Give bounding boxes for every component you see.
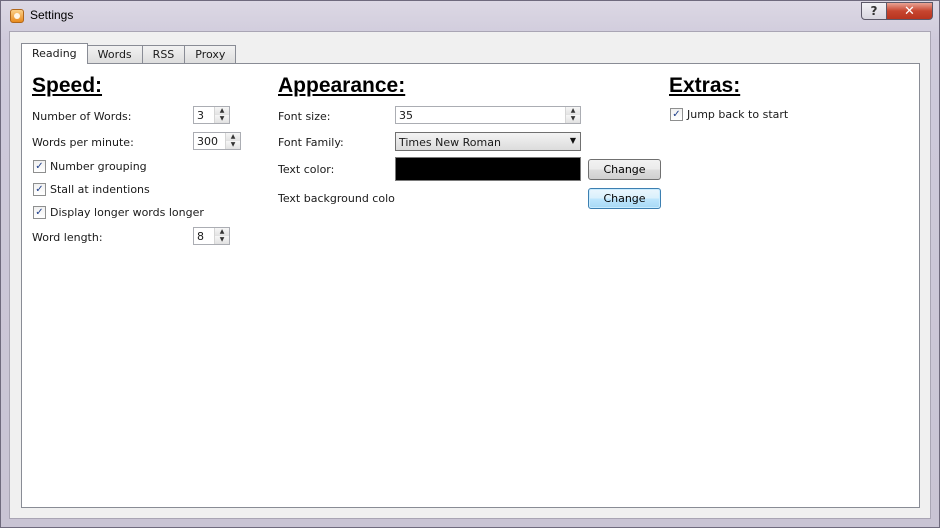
spin-down-icon[interactable]: ▼ bbox=[226, 141, 240, 149]
speed-heading: Speed: bbox=[32, 74, 103, 97]
spin-up-icon[interactable]: ▲ bbox=[215, 228, 229, 236]
words-per-minute-label: Words per minute: bbox=[32, 136, 134, 149]
display-longer-words-label: Display longer words longer bbox=[50, 206, 204, 219]
tab-rss[interactable]: RSS bbox=[141, 45, 186, 64]
font-size-value: 35 bbox=[399, 109, 413, 122]
reading-panel: Speed: Number of Words: 3 ▲ ▼ Words per … bbox=[21, 63, 920, 508]
stall-at-indentions-label: Stall at indentions bbox=[50, 183, 150, 196]
text-color-swatch bbox=[395, 157, 581, 181]
settings-window: Settings ? ✕ Reading Words RSS Proxy Spe… bbox=[0, 0, 940, 528]
number-of-words-label: Number of Words: bbox=[32, 110, 132, 123]
extras-heading: Extras: bbox=[669, 74, 741, 97]
change-text-color-button[interactable]: Change bbox=[588, 159, 661, 180]
spin-down-icon[interactable]: ▼ bbox=[215, 115, 229, 123]
number-grouping-checkbox[interactable]: ✓ Number grouping bbox=[33, 160, 147, 173]
number-of-words-value: 3 bbox=[197, 109, 204, 122]
words-per-minute-arrows: ▲ ▼ bbox=[225, 133, 240, 149]
check-icon: ✓ bbox=[33, 183, 46, 196]
tab-proxy[interactable]: Proxy bbox=[184, 45, 237, 64]
tab-words[interactable]: Words bbox=[86, 45, 143, 64]
words-per-minute-spinbox[interactable]: 300 ▲ ▼ bbox=[193, 132, 241, 150]
chevron-down-icon: ▼ bbox=[569, 136, 576, 145]
number-grouping-label: Number grouping bbox=[50, 160, 147, 173]
words-per-minute-value: 300 bbox=[197, 135, 218, 148]
help-button[interactable]: ? bbox=[861, 2, 887, 20]
check-icon: ✓ bbox=[33, 160, 46, 173]
word-length-value: 8 bbox=[197, 230, 204, 243]
change-background-color-button[interactable]: Change bbox=[588, 188, 661, 209]
client-area: Reading Words RSS Proxy Speed: Number of… bbox=[9, 31, 931, 519]
spin-down-icon[interactable]: ▼ bbox=[566, 115, 580, 123]
close-button[interactable]: ✕ bbox=[887, 2, 933, 20]
font-family-label: Font Family: bbox=[278, 136, 344, 149]
check-icon: ✓ bbox=[33, 206, 46, 219]
title-bar[interactable]: Settings ? ✕ bbox=[1, 1, 939, 31]
caption-buttons: ? ✕ bbox=[861, 2, 933, 21]
number-of-words-arrows: ▲ ▼ bbox=[214, 107, 229, 123]
stall-at-indentions-checkbox[interactable]: ✓ Stall at indentions bbox=[33, 183, 150, 196]
check-icon: ✓ bbox=[670, 108, 683, 121]
word-length-spinbox[interactable]: 8 ▲ ▼ bbox=[193, 227, 230, 245]
spin-up-icon[interactable]: ▲ bbox=[566, 107, 580, 115]
font-size-label: Font size: bbox=[278, 110, 331, 123]
font-size-arrows: ▲ ▼ bbox=[565, 107, 580, 123]
jump-back-to-start-checkbox[interactable]: ✓ Jump back to start bbox=[670, 108, 788, 121]
appearance-heading: Appearance: bbox=[278, 74, 406, 97]
window-title: Settings bbox=[30, 8, 74, 22]
jump-back-to-start-label: Jump back to start bbox=[687, 108, 789, 121]
text-background-color-swatch bbox=[395, 186, 581, 210]
tab-reading[interactable]: Reading bbox=[21, 43, 88, 64]
font-family-combobox[interactable]: Times New Roman ▼ bbox=[395, 132, 581, 151]
word-length-arrows: ▲ ▼ bbox=[214, 228, 229, 244]
spin-up-icon[interactable]: ▲ bbox=[226, 133, 240, 141]
font-family-value: Times New Roman bbox=[399, 136, 501, 149]
app-icon bbox=[10, 9, 24, 23]
text-color-label: Text color: bbox=[278, 163, 335, 176]
spin-down-icon[interactable]: ▼ bbox=[215, 236, 229, 244]
font-size-spinbox[interactable]: 35 ▲ ▼ bbox=[395, 106, 581, 124]
text-background-color-label: Text background color: bbox=[278, 192, 403, 205]
number-of-words-spinbox[interactable]: 3 ▲ ▼ bbox=[193, 106, 230, 124]
spin-up-icon[interactable]: ▲ bbox=[215, 107, 229, 115]
tab-strip: Reading Words RSS Proxy bbox=[21, 43, 237, 64]
display-longer-words-checkbox[interactable]: ✓ Display longer words longer bbox=[33, 206, 204, 219]
word-length-label: Word length: bbox=[32, 231, 103, 244]
